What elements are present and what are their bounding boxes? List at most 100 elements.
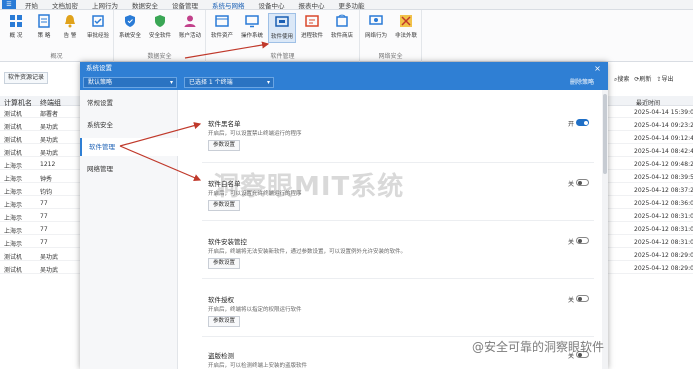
software-record-button[interactable]: 软件资源记录 [4,72,49,84]
close-icon[interactable]: × [593,64,602,73]
table-row[interactable]: 2025-04-12 08:29:03 [606,263,693,274]
nav-network-mgmt[interactable]: 网络管理 [80,160,178,178]
account-activity-button[interactable]: 账户活动 [176,13,204,43]
export-button[interactable]: ⇪导出 [656,74,673,84]
process-software-button[interactable]: 进程软件 [298,13,326,43]
ribbon-group-data-security: 系统安全 安全软件 账户活动 数据安全 [114,10,206,62]
menu-web-behavior[interactable]: 上网行为 [85,0,125,10]
menu-device-center[interactable]: 设备中心 [252,0,292,10]
ribbon: 概 况 策 略 告 警 审批经验 概况 系统安全 安全软件 账户活动 数据安全 [0,10,693,62]
install-toggle[interactable] [576,237,589,244]
credit-text: @安全可靠的洞察眼软件 [472,340,605,354]
cell-group: 77 [40,200,48,207]
software-usage-label: 软件使用 [270,34,293,40]
operating-system-label: 操作系统 [240,33,263,39]
nav-general[interactable]: 常规设置 [80,94,178,112]
blacklist-toggle[interactable] [576,119,589,126]
terminal-count-select[interactable]: 已选择 1 个终端 ▾ [184,77,274,88]
table-row[interactable]: 上海示 77 [0,237,82,248]
table-row[interactable]: 上海示 77 [0,211,82,222]
table-row[interactable]: 测试机 吴功武 [0,263,82,274]
blacklist-param-button[interactable]: 参数设置 [208,140,241,151]
policy-button[interactable]: 策 略 [30,13,58,43]
menu-system-network[interactable]: 系统与网络 [205,0,252,10]
network-behavior-button[interactable]: 网络行为 [362,13,390,43]
menu-data-security[interactable]: 数据安全 [125,0,165,10]
cell-group: 吴功武 [40,254,59,261]
table-row[interactable]: 2025-04-12 09:48:26 [606,159,693,170]
table-row[interactable]: 2025-04-12 08:31:07 [606,224,693,235]
auth-param-button[interactable]: 参数设置 [208,316,241,327]
approval-button[interactable]: 审批经验 [84,13,112,43]
delete-policy-button[interactable]: 删除策略 [570,78,594,87]
software-store-button[interactable]: 软件商店 [328,13,356,43]
table-row[interactable]: 测试机 部署者 [0,107,82,118]
dialog-scrollbar[interactable] [602,90,608,369]
overview-button[interactable]: 概 况 [2,13,30,43]
approval-label: 审批经验 [86,33,109,39]
dialog-title: 系统设置 [80,62,608,75]
alarm-label: 告 警 [63,33,77,39]
cell-group: 77 [40,226,48,233]
cell-group: 77 [40,239,48,246]
table-row[interactable]: 测试机 吴功武 [0,133,82,144]
table-row[interactable]: 2025-04-12 08:39:59 [606,172,693,183]
table-row[interactable]: 上海示 77 [0,198,82,209]
menu-more[interactable]: 更多功能 [332,0,372,10]
table-row[interactable]: 2025-04-12 08:36:08 [606,198,693,209]
software-assets-button[interactable]: 软件资产 [208,13,236,43]
nav-system-security[interactable]: 系统安全 [80,116,178,134]
user-icon [182,13,198,29]
software-usage-button[interactable]: 软件使用 [268,13,296,43]
table-row[interactable]: 测试机 吴功武 [0,146,82,157]
menu-report-center[interactable]: 报表中心 [292,0,332,10]
search-button[interactable]: ⌕搜索 [614,74,629,84]
alarm-button[interactable]: 告 警 [56,13,84,43]
ribbon-group-label: 数据安全 [147,53,172,60]
menu-device-mgmt[interactable]: 设备管理 [165,0,205,10]
toggle-state-label: 关 [568,239,575,246]
install-param-button[interactable]: 参数设置 [208,258,241,269]
cell-group: 钧钧 [40,189,53,196]
operating-system-button[interactable]: 操作系统 [238,13,266,43]
policy-scope-value: 默认策略 [88,79,113,86]
table-row[interactable]: 2025-04-12 08:31:06 [606,237,693,248]
table-row[interactable]: 测试机 吴功武 [0,120,82,131]
table-row[interactable]: 上海示 钧钧 [0,185,82,196]
section-desc: 开启后，终端将以指定的权限运行软件 [208,307,302,313]
cell-group: 1212 [40,161,56,168]
system-security-label: 系统安全 [118,33,141,39]
cell-group: 钟秀 [40,176,53,183]
illegal-outreach-label: 非法外联 [394,33,417,39]
table-row[interactable]: 上海示 钟秀 [0,172,82,183]
nav-software-mgmt[interactable]: 软件管理 [80,138,178,156]
scroll-thumb[interactable] [603,94,607,174]
refresh-button[interactable]: ⟳刷新 [634,74,651,84]
cell-time: 2025-04-12 09:48:26 [634,161,693,168]
table-row[interactable]: 2025-04-12 08:29:04 [606,250,693,261]
system-security-button[interactable]: 系统安全 [116,13,144,43]
table-row[interactable]: 2025-04-14 15:39:06 [606,107,693,118]
table-row[interactable]: 2025-04-12 08:37:25 [606,185,693,196]
auth-toggle[interactable] [576,295,589,302]
section-title: 软件安装管控 [208,238,247,246]
table-row[interactable]: 2025-04-14 08:42:49 [606,146,693,157]
menu-start[interactable]: 开始 [18,0,45,10]
table-row[interactable]: 上海示 1212 [0,159,82,170]
col-last-time[interactable]: 最近时间 [636,98,660,107]
menu-bar: ☰ 开始 文档加密 上网行为 数据安全 设备管理 系统与网络 设备中心 报表中心… [0,0,693,10]
table-row[interactable]: 2025-04-12 08:31:07 [606,211,693,222]
software-usage-icon [274,14,290,30]
illegal-outreach-button[interactable]: 非法外联 [392,13,420,43]
cell-group: 吴功武 [40,124,59,131]
whitelist-toggle[interactable] [576,179,589,186]
menu-doc-encrypt[interactable]: 文档加密 [45,0,85,10]
table-row[interactable]: 2025-04-14 09:23:20 [606,120,693,131]
policy-scope-select[interactable]: 默认策略 ▾ [83,77,177,88]
network-behavior-label: 网络行为 [364,33,387,39]
table-row[interactable]: 上海示 77 [0,224,82,235]
divider [202,220,594,221]
table-row[interactable]: 测试机 吴功武 [0,250,82,261]
table-row[interactable]: 2025-04-14 09:12:49 [606,133,693,144]
security-software-button[interactable]: 安全软件 [146,13,174,43]
